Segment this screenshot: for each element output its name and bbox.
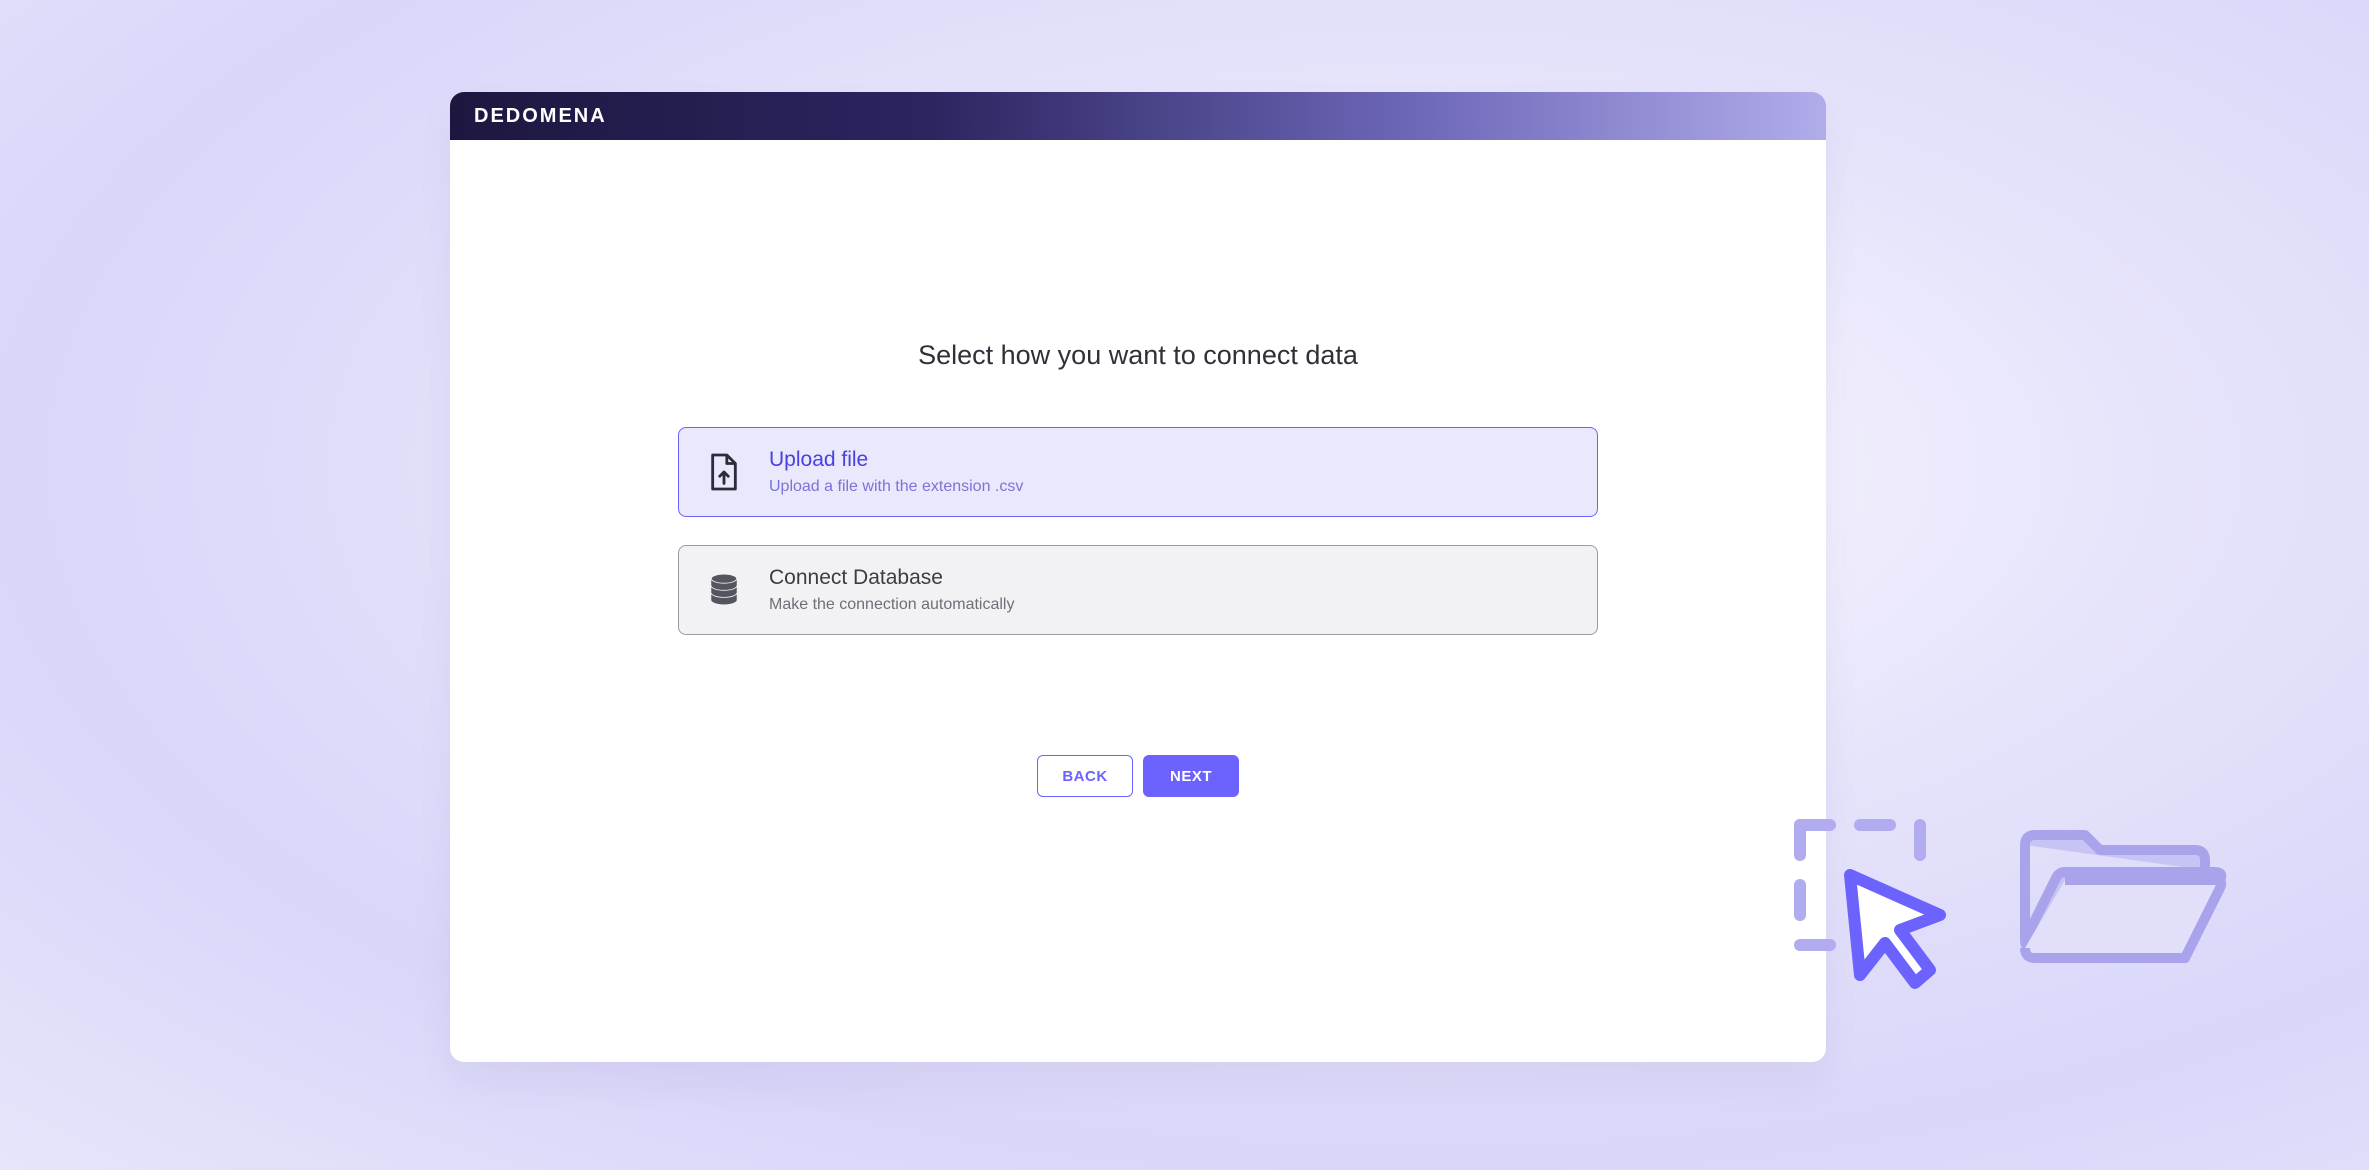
option-upload-subtitle: Upload a file with the extension .csv xyxy=(769,478,1023,496)
option-upload-text: Upload file Upload a file with the exten… xyxy=(769,448,1023,496)
wizard-actions: BACK NEXT xyxy=(1037,755,1239,797)
brand-logo: DEDOMENA xyxy=(474,105,607,128)
option-connect-database[interactable]: Connect Database Make the connection aut… xyxy=(678,545,1598,635)
option-upload-title: Upload file xyxy=(769,448,1023,472)
titlebar: DEDOMENA xyxy=(450,92,1826,140)
option-database-text: Connect Database Make the connection aut… xyxy=(769,566,1014,614)
database-icon xyxy=(707,570,741,610)
page-heading: Select how you want to connect data xyxy=(918,340,1358,371)
file-upload-icon xyxy=(707,452,741,492)
back-button[interactable]: BACK xyxy=(1037,755,1133,797)
app-window: DEDOMENA Select how you want to connect … xyxy=(450,92,1826,1062)
main-content: Select how you want to connect data Uplo… xyxy=(450,140,1826,1062)
option-database-title: Connect Database xyxy=(769,566,1014,590)
option-database-subtitle: Make the connection automatically xyxy=(769,596,1014,614)
option-upload-file[interactable]: Upload file Upload a file with the exten… xyxy=(678,427,1598,517)
folder-open-icon xyxy=(2010,805,2235,985)
next-button[interactable]: NEXT xyxy=(1143,755,1239,797)
